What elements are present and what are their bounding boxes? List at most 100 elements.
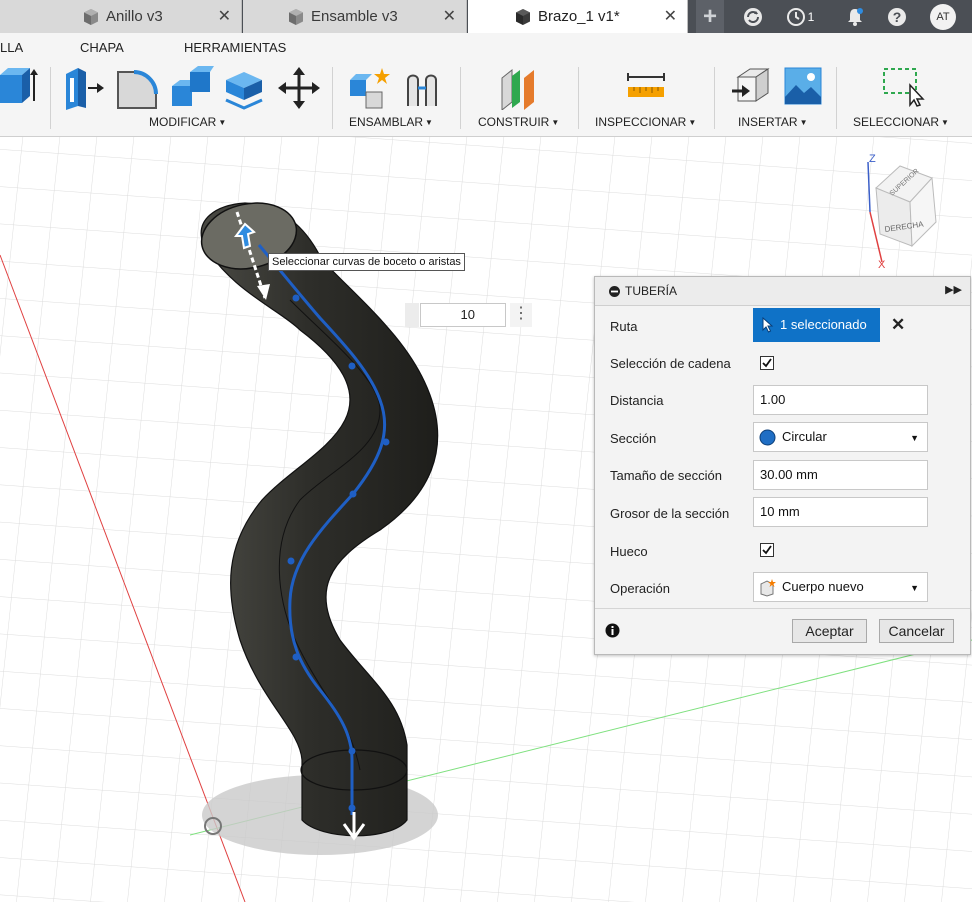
caret-down-icon: ▼	[910, 433, 919, 443]
user-avatar[interactable]: AT	[928, 0, 958, 33]
section-size-input[interactable]: 30.00 mm	[753, 460, 928, 490]
close-icon[interactable]: ✕	[443, 6, 456, 26]
plus-icon: +	[702, 2, 717, 30]
tab-ensamble[interactable]: Ensamble v3 ✕	[243, 0, 467, 33]
group-inspeccionar[interactable]: INSPECCIONAR ▼	[595, 115, 696, 129]
insert-image-icon[interactable]	[784, 67, 822, 105]
info-icon[interactable]	[605, 623, 620, 638]
offset-plane-icon[interactable]	[498, 66, 542, 110]
section-size-label: Tamaño de sección	[610, 468, 723, 483]
tab-label: Anillo v3	[106, 8, 163, 25]
notifications-button[interactable]	[840, 0, 870, 33]
caret-down-icon: ▼	[941, 118, 949, 127]
clock-icon	[786, 7, 805, 26]
ribbon-separator	[578, 67, 579, 129]
help-button[interactable]: ?	[882, 0, 912, 33]
new-component-icon[interactable]	[348, 66, 392, 110]
operation-value: Cuerpo nuevo	[782, 579, 864, 594]
path-selection-button[interactable]: 1 seleccionado	[753, 308, 880, 342]
pipe-dialog: TUBERÍA ▶▶ Ruta 1 seleccionado ✕ Selecci…	[594, 276, 971, 655]
accept-button[interactable]: Aceptar	[792, 619, 867, 643]
chain-selection-label: Selección de cadena	[610, 356, 731, 371]
job-status-button[interactable]: 1	[780, 0, 820, 33]
component-cube-icon	[289, 8, 303, 25]
chain-selection-checkbox[interactable]	[760, 356, 774, 370]
document-tab-bar: Anillo v3 ✕ Ensamble v3 ✕ Brazo_1 v1* ✕ …	[0, 0, 972, 33]
dialog-header[interactable]: TUBERÍA ▶▶	[595, 277, 970, 306]
ribbon-tab-chapa[interactable]: CHAPA	[80, 40, 124, 55]
selection-tooltip: Seleccionar curvas de boceto o aristas	[268, 253, 465, 271]
dialog-title: TUBERÍA	[625, 284, 678, 298]
joint-icon[interactable]	[402, 66, 444, 110]
job-count: 1	[807, 9, 815, 24]
close-icon[interactable]: ✕	[218, 6, 231, 26]
caret-down-icon: ▼	[910, 583, 919, 593]
circle-section-icon	[759, 429, 776, 446]
close-icon[interactable]: ✕	[664, 6, 677, 26]
drag-handle[interactable]	[405, 303, 419, 327]
component-cube-icon	[84, 8, 98, 25]
section-value: Circular	[782, 429, 827, 444]
sync-icon	[744, 7, 762, 26]
toolbar-ribbon: LLA CHAPA HERRAMIENTAS MODIFICAR ▼ ENSAM…	[0, 33, 972, 137]
tab-anillo[interactable]: Anillo v3 ✕	[0, 0, 242, 33]
dialog-divider	[595, 608, 970, 609]
ribbon-separator	[714, 67, 715, 129]
group-ensamblar-label: ENSAMBLAR	[349, 115, 424, 129]
distance-input[interactable]: 1.00	[753, 385, 928, 415]
checkmark-icon	[762, 358, 772, 368]
viewcube-x: X	[878, 259, 886, 271]
tab-brazo[interactable]: Brazo_1 v1* ✕	[468, 0, 688, 33]
section-dropdown[interactable]: Circular ▼	[753, 422, 928, 452]
combine-icon[interactable]	[170, 66, 214, 110]
ribbon-tab-herramientas[interactable]: HERRAMIENTAS	[184, 40, 286, 55]
ruta-label: Ruta	[610, 319, 638, 334]
group-ensamblar[interactable]: ENSAMBLAR ▼	[349, 115, 433, 129]
expand-panel-icon[interactable]: ▶▶	[945, 283, 962, 296]
caret-down-icon: ▼	[551, 118, 560, 127]
hollow-label: Hueco	[610, 544, 648, 559]
group-seleccionar-label: SELECCIONAR	[853, 115, 940, 129]
fillet-icon[interactable]	[116, 66, 160, 110]
group-seleccionar[interactable]: SELECCIONAR ▼	[853, 115, 949, 129]
insert-derive-icon[interactable]	[730, 67, 770, 109]
move-icon[interactable]	[278, 67, 320, 109]
caret-down-icon: ▼	[688, 118, 697, 127]
operation-label: Operación	[610, 581, 670, 596]
group-insertar[interactable]: INSERTAR ▼	[738, 115, 808, 129]
distance-label: Distancia	[610, 393, 664, 408]
new-tab-button[interactable]: +	[696, 0, 724, 33]
sync-button[interactable]	[738, 0, 768, 33]
tab-label: Brazo_1 v1*	[538, 8, 620, 25]
more-options-icon[interactable]: ⋮	[510, 303, 532, 327]
select-window-icon[interactable]	[882, 67, 926, 107]
help-icon: ?	[888, 7, 906, 26]
group-insertar-label: INSERTAR	[738, 115, 798, 129]
measure-icon[interactable]	[626, 73, 666, 101]
group-modificar[interactable]: MODIFICAR ▼	[149, 115, 226, 129]
ribbon-separator	[332, 67, 333, 129]
new-body-icon	[760, 579, 776, 597]
checkmark-icon	[762, 545, 772, 555]
extrude-icon[interactable]	[0, 65, 40, 109]
caret-down-icon: ▼	[425, 118, 433, 127]
operation-dropdown[interactable]: Cuerpo nuevo ▼	[753, 572, 928, 602]
cancel-button[interactable]: Cancelar	[879, 619, 954, 643]
shell-icon[interactable]	[224, 66, 266, 110]
group-inspeccionar-label: INSPECCIONAR	[595, 115, 687, 129]
thickness-value-input[interactable]: 10	[420, 303, 506, 327]
component-cube-icon	[516, 8, 530, 25]
caret-down-icon: ▼	[799, 118, 808, 127]
collapse-icon[interactable]	[609, 286, 620, 297]
hollow-checkbox[interactable]	[760, 543, 774, 557]
viewcube-z: Z	[869, 153, 876, 165]
group-construir[interactable]: CONSTRUIR ▼	[478, 115, 559, 129]
bell-icon	[848, 7, 863, 26]
cursor-arrow-icon	[762, 317, 774, 333]
press-pull-icon[interactable]	[64, 66, 106, 110]
clear-selection-icon[interactable]: ✕	[891, 315, 905, 335]
path-selection-count: 1 seleccionado	[780, 317, 867, 332]
section-thickness-input[interactable]: 10 mm	[753, 497, 928, 527]
ribbon-separator	[836, 67, 837, 129]
ribbon-tab-superficie[interactable]: LLA	[0, 40, 23, 55]
